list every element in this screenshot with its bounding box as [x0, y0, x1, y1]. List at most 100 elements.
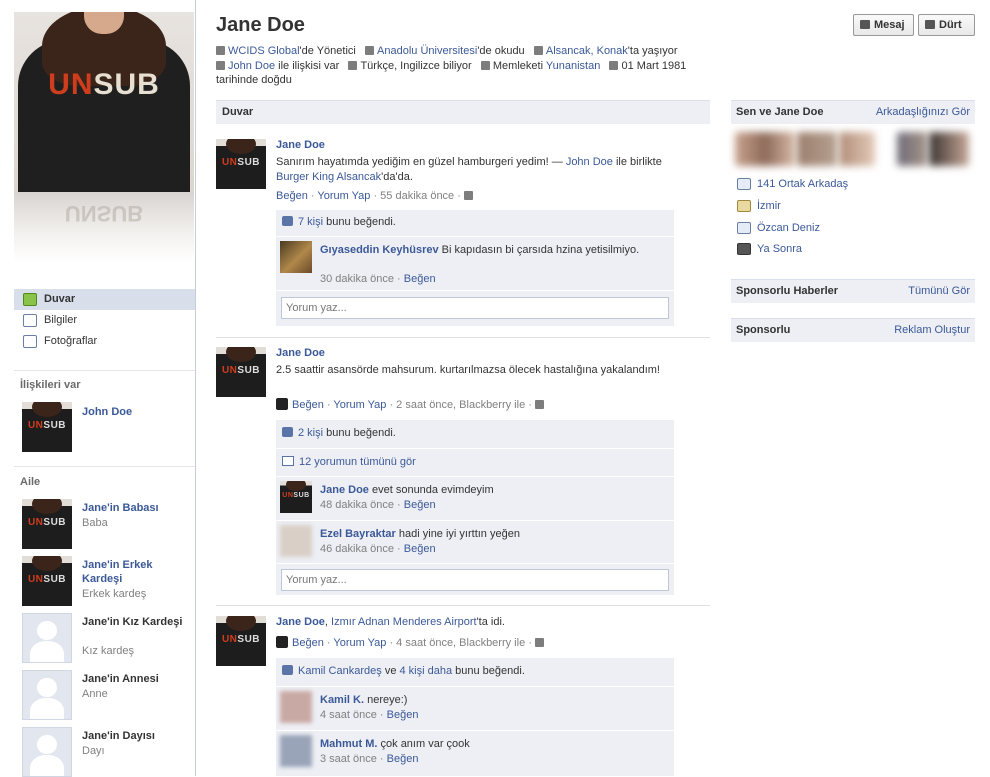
comment-like-link[interactable]: Beğen [387, 753, 419, 765]
comment: Kamil K. nereye:) 4 saat önce · Beğen [276, 686, 674, 728]
wall-post: UNSUB Jane Doe 2.5 saattir asansörde mah… [216, 347, 710, 597]
message-button[interactable]: Mesaj [853, 14, 914, 36]
profile-picture[interactable]: UNSUB UNSUB [14, 12, 194, 262]
likes-row: 2 kişi bunu beğendi. [276, 420, 674, 446]
comment-author[interactable]: Kamil K. [320, 694, 364, 706]
hometown-link[interactable]: Yunanistan [546, 60, 600, 72]
partner-link[interactable]: John Doe [228, 60, 275, 72]
post-author[interactable]: Jane Doe [276, 139, 325, 151]
post-header: Jane Doe, Izmır Adnan Menderes Airport't… [276, 616, 505, 628]
friends-icon [737, 178, 751, 190]
comment-meta: 3 saat önce · Beğen [320, 753, 419, 765]
left-column: UNSUB UNSUB Duvar Bilgiler Fotoğraflar İ… [0, 0, 196, 777]
globe-icon [348, 60, 358, 70]
likes-link[interactable]: 7 kişi [298, 216, 323, 228]
divider [14, 466, 195, 467]
comment-author[interactable]: Ezel Bayraktar [320, 528, 396, 540]
comment-like-link[interactable]: Beğen [404, 273, 436, 285]
avatar[interactable] [280, 735, 312, 767]
tagged-friend-link[interactable]: John Doe [566, 156, 613, 168]
work-icon [216, 46, 225, 55]
blackberry-icon [276, 636, 288, 648]
poke-icon [925, 20, 935, 29]
comment-link[interactable]: Yorum Yap [333, 637, 386, 649]
calendar-icon [609, 60, 619, 70]
wall-post: UNSUB Jane Doe Sanırım hayatımda yediğim… [216, 139, 710, 329]
like-link[interactable]: Beğen [276, 190, 308, 202]
avatar[interactable]: UNSUB [216, 616, 266, 666]
view-all-comments[interactable]: 12 yorumun tümünü gör [276, 448, 674, 474]
avatar[interactable] [929, 132, 969, 166]
privacy-icon [534, 638, 544, 647]
city-link[interactable]: İzmir [737, 198, 781, 214]
avatar[interactable]: UNSUB [216, 139, 266, 189]
comment-input[interactable]: Yorum yaz... [281, 297, 669, 319]
post-author[interactable]: Jane Doe [276, 616, 325, 628]
comment-meta: 4 saat önce · Beğen [320, 709, 419, 721]
divider [216, 337, 710, 338]
poke-button[interactable]: Dürt [918, 14, 975, 36]
avatar[interactable]: UNSUB [216, 347, 266, 397]
comment-author[interactable]: Mahmut M. [320, 738, 377, 750]
like-link[interactable]: Beğen [292, 637, 324, 649]
photos-icon [23, 335, 37, 348]
nav-item-wall[interactable]: Duvar [14, 289, 195, 310]
avatar[interactable] [797, 132, 837, 166]
avatar[interactable] [280, 525, 312, 557]
family-member-role: Erkek kardeş [82, 588, 147, 600]
relationship-heading: İlişkileri var [20, 379, 81, 391]
avatar[interactable]: UNSUB [22, 556, 72, 606]
likes-link[interactable]: 2 kişi [298, 427, 323, 439]
likes-row: Kamil Cankardeş ve 4 kişi daha bunu beğe… [276, 658, 674, 684]
comment-like-link[interactable]: Beğen [387, 709, 419, 721]
family-member-name[interactable]: Jane'in Babası [82, 501, 192, 515]
school-link[interactable]: Anadolu Üniversitesi [377, 45, 477, 57]
avatar[interactable] [280, 691, 312, 723]
comment-author[interactable]: Gıyaseddin Keyhüsrev [320, 244, 439, 256]
relationship-name[interactable]: John Doe [82, 405, 192, 419]
wall-heading: Duvar [216, 100, 710, 124]
avatar[interactable] [897, 132, 927, 166]
comment-link[interactable]: Yorum Yap [333, 399, 386, 411]
comment-author[interactable]: Jane Doe [320, 484, 369, 496]
liker-link[interactable]: Kamil Cankardeş [298, 665, 382, 677]
music-link[interactable]: Özcan Deniz [737, 220, 820, 236]
comment: Gıyaseddin Keyhüsrev Bi kapıdasın bi çar… [276, 236, 674, 289]
post-meta: Beğen · Yorum Yap · 4 saat önce, Blackbe… [276, 636, 547, 649]
like-link[interactable]: Beğen [292, 399, 324, 411]
comment-like-link[interactable]: Beğen [404, 499, 436, 511]
avatar[interactable]: UNSUB [22, 402, 72, 452]
comment-like-link[interactable]: Beğen [404, 543, 436, 555]
shirt-logo: UNSUB [48, 68, 160, 101]
avatar[interactable] [839, 132, 875, 166]
likes-link[interactable]: 4 kişi daha [400, 665, 453, 677]
comment-input[interactable]: Yorum yaz... [281, 569, 669, 591]
create-ad-link[interactable]: Reklam Oluştur [894, 319, 970, 342]
avatar[interactable]: UNSUB [22, 499, 72, 549]
photo-reflection: UNSUB [14, 192, 194, 262]
feedback-box: 2 kişi bunu beğendi. 12 yorumun tümünü g… [276, 420, 674, 595]
movie-link[interactable]: Ya Sonra [737, 241, 802, 257]
page-title: Jane Doe [216, 14, 305, 36]
comment-link[interactable]: Yorum Yap [317, 190, 370, 202]
work-link[interactable]: WCIDS Global [228, 45, 300, 57]
location-link[interactable]: Alsancak, Konak [546, 45, 628, 57]
avatar[interactable] [280, 241, 312, 273]
blackberry-icon [276, 398, 288, 410]
avatar[interactable]: UNSUB [280, 481, 312, 513]
profile-info: WCIDS Global'de Yönetici Anadolu Ünivers… [216, 45, 687, 86]
avatar[interactable] [735, 132, 795, 166]
info-icon [23, 314, 37, 327]
post-author[interactable]: Jane Doe [276, 347, 325, 359]
nav-item-photos[interactable]: Fotoğraflar [14, 331, 195, 352]
see-friendship-link[interactable]: Arkadaşlığınızı Gör [876, 101, 970, 124]
family-member-name[interactable]: Jane'in Erkek Kardeşi [82, 558, 192, 586]
see-all-link[interactable]: Tümünü Gör [908, 280, 970, 303]
place-link[interactable]: Burger King Alsancak [276, 171, 381, 183]
place-link[interactable]: Izmır Adnan Menderes Airport [331, 616, 477, 628]
mutual-friends-link[interactable]: 141 Ortak Arkadaş [737, 176, 848, 192]
nav-item-info[interactable]: Bilgiler [14, 310, 195, 331]
divider [216, 605, 710, 606]
thumbs-up-icon [282, 427, 293, 437]
default-avatar-icon [22, 613, 72, 663]
